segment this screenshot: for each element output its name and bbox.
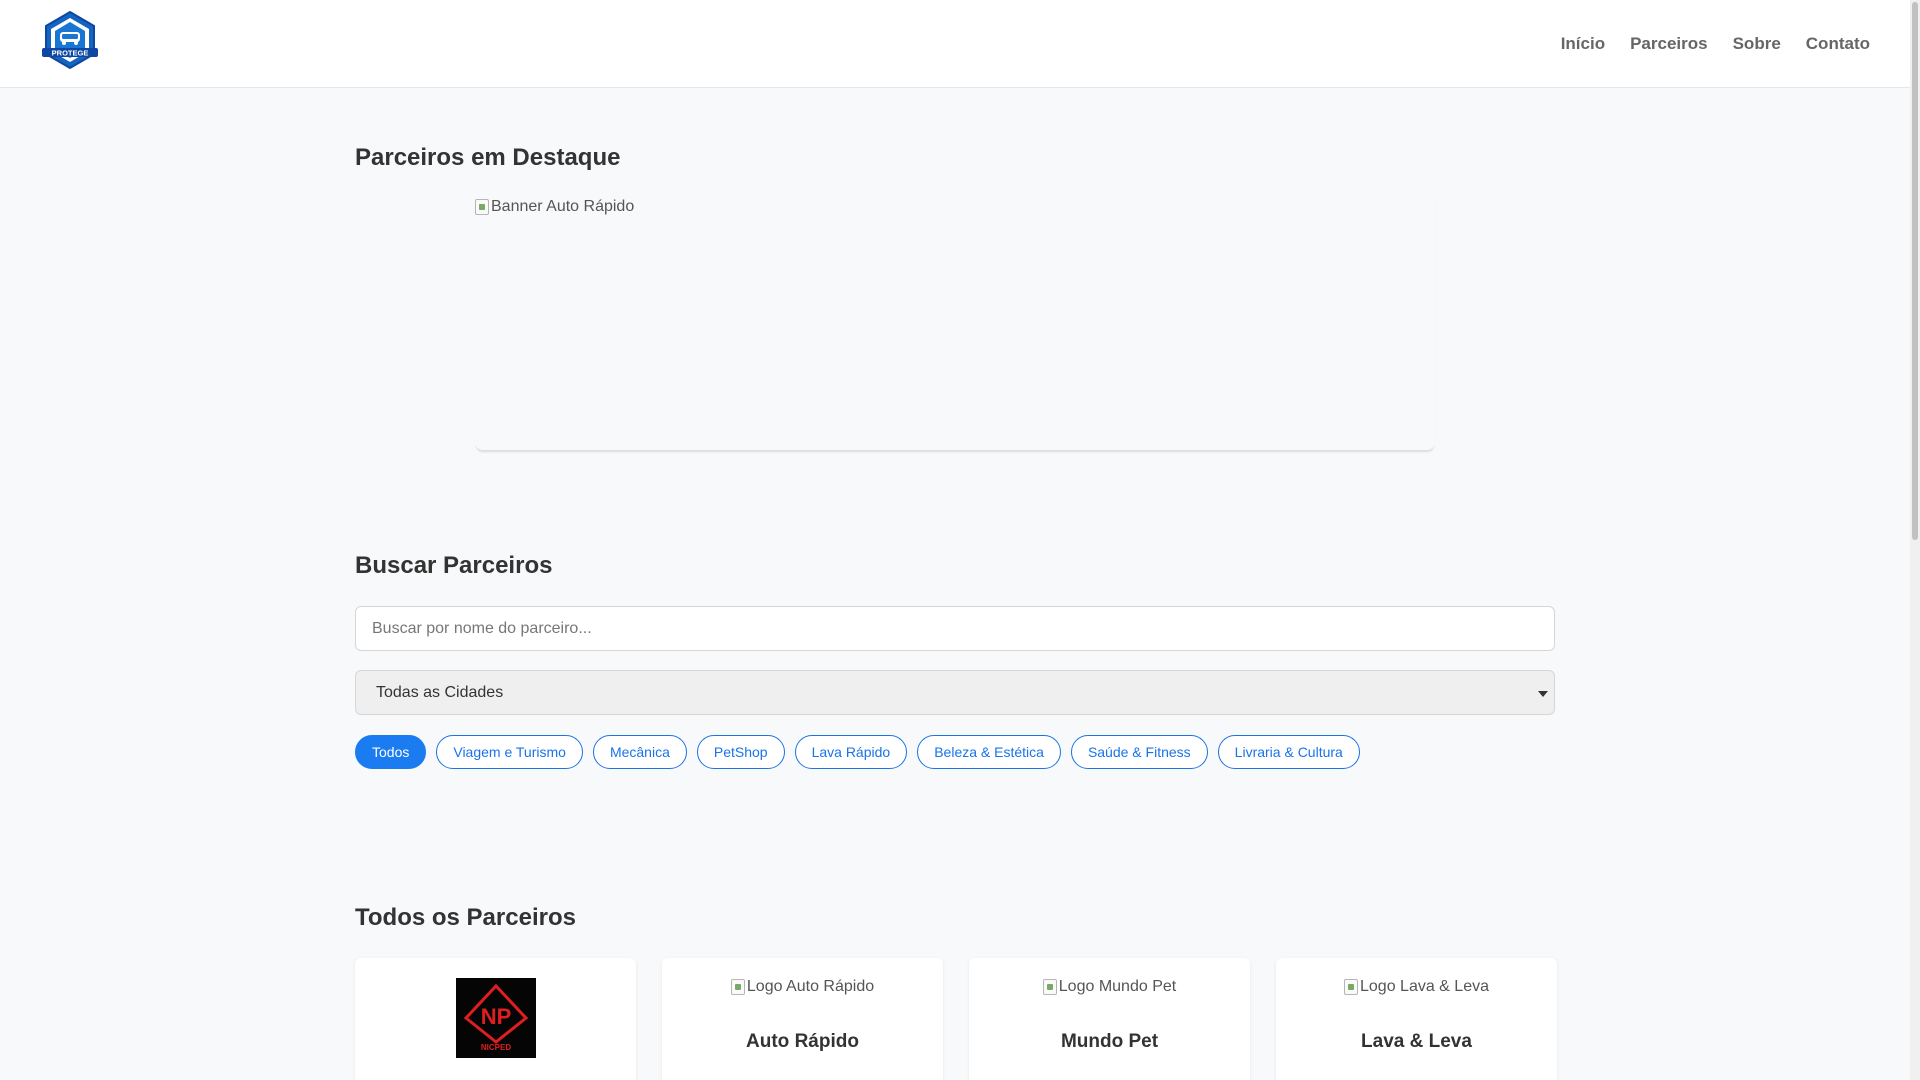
- city-select[interactable]: Todas as Cidades: [355, 670, 1555, 715]
- category-chip-saude[interactable]: Saúde & Fitness: [1070, 735, 1208, 769]
- protege-logo[interactable]: PROTEGE: [42, 10, 98, 70]
- partner-logo: Logo Mundo Pet: [1042, 978, 1177, 996]
- partner-name: Auto Rápido: [746, 1031, 859, 1052]
- partner-name: Mundo Pet: [1060, 1031, 1159, 1052]
- logo-text: PROTEGE: [52, 49, 89, 58]
- broken-image-icon: [475, 199, 489, 215]
- search-title: Buscar Parceiros: [355, 552, 553, 579]
- chevron-down-icon: [1538, 691, 1548, 697]
- top-navbar: PROTEGE Início Parceiros Sobre Contato: [0, 0, 1910, 88]
- city-select-value: Todas as Cidades: [376, 683, 504, 701]
- main-nav: Início Parceiros Sobre Contato: [1561, 0, 1870, 88]
- nicped-logo-text: NICPED: [480, 1043, 510, 1052]
- broken-image-icon: [1344, 979, 1358, 995]
- partner-logo-alt: Logo Mundo Pet: [1058, 978, 1177, 995]
- partner-logo: Logo Auto Rápido: [730, 978, 875, 996]
- banner-image: Banner Auto Rápido: [475, 198, 634, 216]
- partner-card-grid: NP NICPED Logo Auto Rápido Auto Rápido L…: [355, 958, 1557, 1080]
- banner-alt-text: Banner Auto Rápido: [491, 198, 635, 215]
- nav-link-contato[interactable]: Contato: [1806, 34, 1870, 54]
- category-chip-todos[interactable]: Todos: [355, 735, 427, 769]
- nav-link-sobre[interactable]: Sobre: [1733, 34, 1781, 54]
- category-chip-beleza[interactable]: Beleza & Estética: [917, 735, 1061, 769]
- svg-text:NP: NP: [480, 1004, 511, 1029]
- category-chip-lava-rapido[interactable]: Lava Rápido: [794, 735, 908, 769]
- nicped-logo: NP NICPED: [455, 978, 536, 1058]
- all-partners-title: Todos os Parceiros: [355, 904, 576, 931]
- nicped-logo-mark: NP NICPED: [463, 983, 528, 1052]
- partner-name: Lava & Leva: [1361, 1031, 1472, 1052]
- nav-link-inicio[interactable]: Início: [1561, 34, 1605, 54]
- category-chip-petshop[interactable]: PetShop: [696, 735, 785, 769]
- broken-image-icon: [730, 979, 745, 995]
- category-chip-viagem[interactable]: Viagem e Turismo: [436, 735, 583, 769]
- partner-card[interactable]: Logo Auto Rápido Auto Rápido: [662, 958, 943, 1080]
- partner-card[interactable]: Logo Lava & Leva Lava & Leva: [1276, 958, 1557, 1080]
- partner-card[interactable]: Logo Mundo Pet Mundo Pet: [969, 958, 1250, 1080]
- featured-title: Parceiros em Destaque: [355, 144, 621, 171]
- broken-image-icon: [1042, 979, 1057, 995]
- partner-card[interactable]: NP NICPED: [355, 958, 636, 1080]
- nav-link-parceiros[interactable]: Parceiros: [1630, 34, 1708, 54]
- partner-logo-alt: Logo Lava & Leva: [1360, 978, 1489, 995]
- category-chip-livraria[interactable]: Livraria & Cultura: [1217, 735, 1360, 769]
- featured-banner[interactable]: Banner Auto Rápido: [475, 198, 1435, 450]
- scrollbar-thumb[interactable]: [1912, 2, 1918, 540]
- category-filters: Todos Viagem e Turismo Mecânica PetShop …: [355, 735, 1360, 769]
- partner-logo-alt: Logo Auto Rápido: [746, 978, 875, 995]
- category-chip-mecanica[interactable]: Mecânica: [592, 735, 687, 769]
- partner-logo: Logo Lava & Leva: [1344, 978, 1489, 996]
- search-input[interactable]: [355, 606, 1555, 651]
